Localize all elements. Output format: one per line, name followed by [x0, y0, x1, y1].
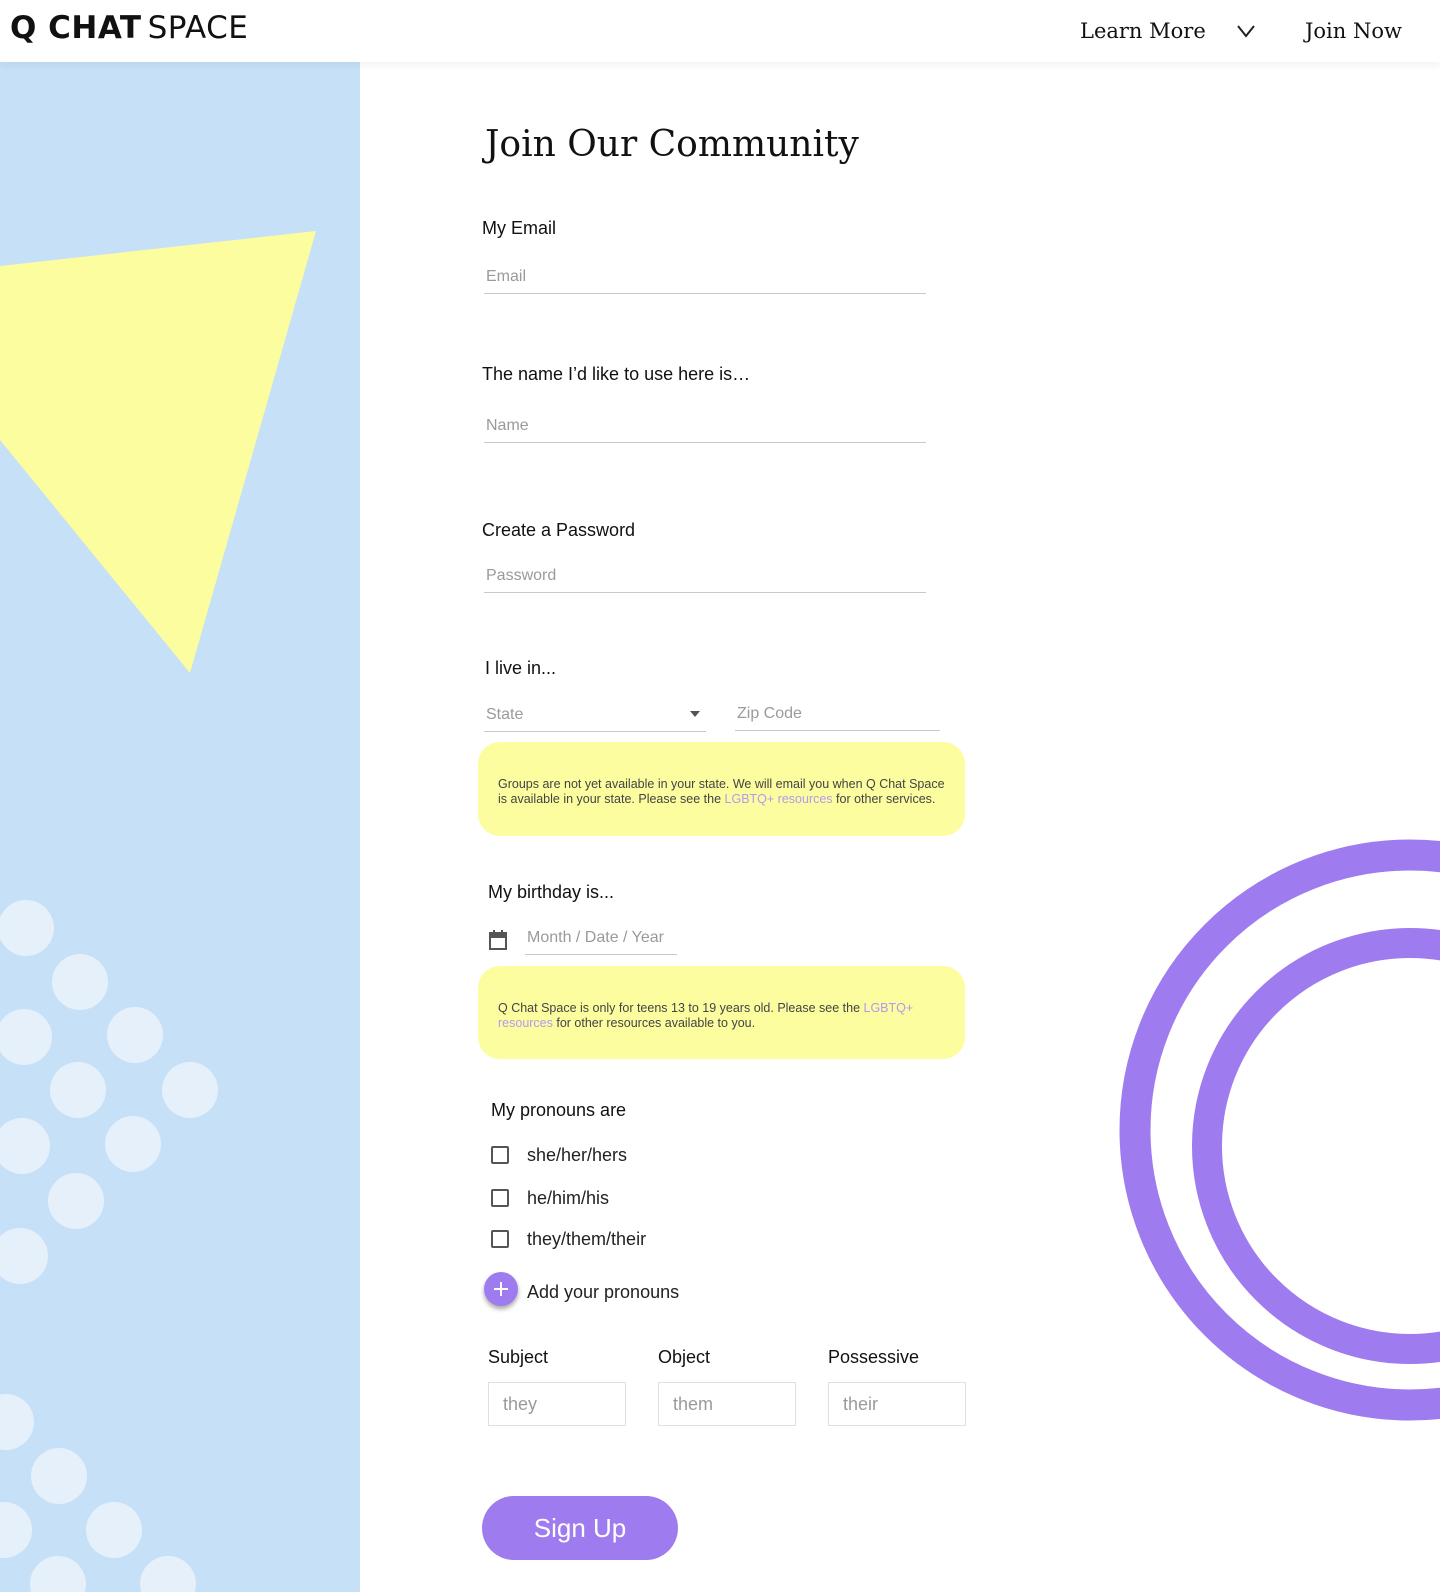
decorative-dot: [0, 1118, 50, 1174]
age-restriction-notice: Q Chat Space is only for teens 13 to 19 …: [478, 966, 965, 1059]
decorative-dot: [162, 1062, 218, 1118]
possessive-pronoun-field[interactable]: [828, 1382, 966, 1426]
birthday-label: My birthday is...: [488, 882, 615, 902]
decorative-dot: [52, 954, 108, 1010]
decorative-dot: [0, 1502, 32, 1558]
decorative-dot: [30, 1556, 86, 1592]
state-select-value: State: [486, 706, 524, 723]
checkbox[interactable]: [491, 1230, 509, 1248]
decorative-dot: [31, 1448, 87, 1504]
email-label: My Email: [482, 218, 557, 238]
site-logo[interactable]: Q CHAT SPACE: [10, 10, 248, 46]
decorative-dot: [86, 1502, 142, 1558]
checkbox[interactable]: [491, 1146, 509, 1164]
decorative-shapes: [0, 231, 316, 1592]
decorative-triangle: [0, 231, 316, 673]
subject-label: Subject: [488, 1347, 549, 1367]
pronoun-option-they[interactable]: they/them/their: [491, 1226, 646, 1252]
password-field[interactable]: [484, 559, 926, 593]
object-label: Object: [658, 1347, 711, 1367]
decorative-dot: [0, 1228, 48, 1284]
decorative-dot: [48, 1173, 104, 1229]
birthday-field[interactable]: [525, 921, 677, 955]
state-notice-text-after: for other services.: [832, 792, 936, 806]
decorative-dot: [105, 1116, 161, 1172]
possessive-label: Possessive: [828, 1347, 920, 1367]
state-select[interactable]: State: [484, 690, 706, 732]
state-notice-resources-link[interactable]: LGBTQ+ resources: [725, 792, 833, 806]
chevron-down-icon[interactable]: [1236, 23, 1256, 39]
pronoun-option-label: they/them/their: [527, 1228, 647, 1249]
decorative-dot: [0, 1009, 52, 1065]
pronoun-option-label: he/him/his: [527, 1187, 610, 1208]
decorative-dot: [140, 1556, 196, 1592]
decorative-dot: [50, 1062, 106, 1118]
email-field[interactable]: [484, 260, 926, 294]
pronoun-option-he[interactable]: he/him/his: [491, 1185, 609, 1211]
state-unavailable-notice: Groups are not yet available in your sta…: [478, 742, 965, 836]
pronoun-option-label: she/her/hers: [527, 1144, 628, 1165]
decorative-ring-inner: [1192, 928, 1440, 1364]
password-label: Create a Password: [482, 520, 636, 540]
decorative-left-panel: [0, 62, 360, 1592]
nav-join-now[interactable]: Join Now: [1305, 19, 1402, 43]
add-pronouns-button[interactable]: [484, 1272, 518, 1306]
name-field[interactable]: [484, 409, 926, 443]
decorative-rings: [1119, 839, 1440, 1421]
logo-light-text: SPACE: [147, 10, 249, 46]
calendar-icon[interactable]: [489, 930, 507, 950]
decorative-dot: [0, 900, 54, 956]
logo-bold-text: Q CHAT: [10, 10, 142, 46]
pronouns-label: My pronouns are: [491, 1100, 627, 1120]
site-header: Q CHAT SPACE Learn More Join Now: [0, 0, 1440, 62]
decorative-dot: [0, 1394, 34, 1450]
nav-learn-more[interactable]: Learn More: [1080, 19, 1206, 43]
name-label: The name I’d like to use here is…: [482, 364, 751, 384]
age-notice-text-before: Q Chat Space is only for teens 13 to 19 …: [498, 1001, 864, 1015]
pronoun-option-she[interactable]: she/her/hers: [491, 1142, 627, 1168]
checkbox[interactable]: [491, 1189, 509, 1207]
add-pronouns-label[interactable]: Add your pronouns: [527, 1282, 679, 1303]
zip-code-field[interactable]: [735, 697, 940, 731]
caret-down-icon: [690, 711, 700, 717]
age-notice-text-after: for other resources available to you.: [552, 1016, 756, 1030]
decorative-dots: [0, 900, 218, 1592]
subject-pronoun-field[interactable]: [488, 1382, 626, 1426]
sign-up-button[interactable]: Sign Up: [482, 1496, 678, 1560]
page-title: Join Our Community: [485, 124, 859, 165]
decorative-dot: [107, 1007, 163, 1063]
object-pronoun-field[interactable]: [658, 1382, 796, 1426]
location-label: I live in...: [485, 658, 557, 678]
